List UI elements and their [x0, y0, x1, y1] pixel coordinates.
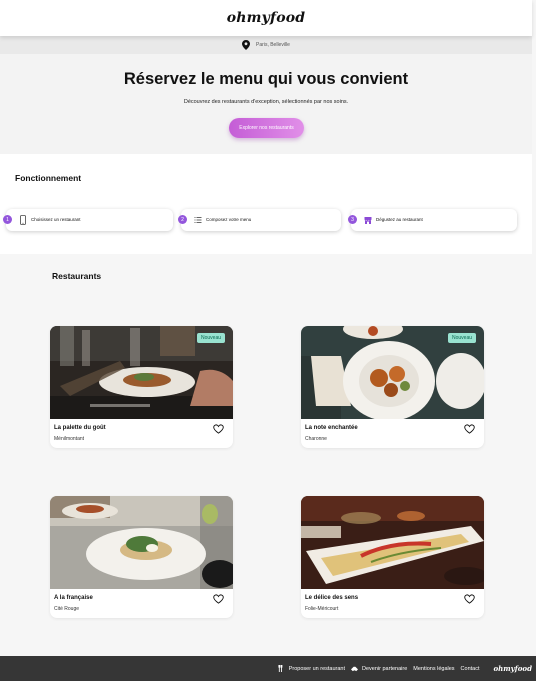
section-title: Fonctionnement [15, 173, 82, 183]
location-bar[interactable]: Paris, Belleville [0, 36, 532, 54]
hero-title: Réservez le menu qui vous convient [123, 70, 409, 88]
new-badge: Nouveau [447, 333, 476, 343]
footer-link-partner[interactable]: Devenir partenaire [351, 665, 407, 672]
footer-link-label: Proposer un restaurant [288, 665, 346, 672]
list-icon [194, 217, 202, 223]
step-number: 2 [178, 215, 187, 224]
restaurant-area: Folie-Méricourt [305, 606, 339, 612]
footer-link-label: Devenir partenaire [362, 665, 408, 672]
restaurant-card[interactable]: Nouveau La note enchantée Charonne [301, 326, 484, 448]
utensils-icon [278, 665, 283, 672]
restaurant-area: Ménilmontant [54, 436, 85, 442]
heart-icon[interactable] [464, 594, 475, 604]
explore-button[interactable]: Explorer nos restaurants [229, 118, 304, 138]
restaurants-title: Restaurants [52, 271, 102, 281]
footer-link-label: Contact [460, 665, 480, 672]
handshake-icon [351, 666, 359, 672]
step-1: 1 Choisissez un restaurant [3, 209, 173, 231]
heart-icon[interactable] [464, 424, 475, 434]
restaurant-name: A la française [54, 595, 93, 601]
step-number: 3 [348, 215, 357, 224]
restaurant-area: Cité Rouge [54, 606, 80, 612]
footer-link-label: Mentions légales [413, 665, 455, 672]
store-icon [364, 217, 372, 224]
footer-logo[interactable]: ohmyfood [494, 664, 532, 673]
footer: Proposer un restaurant Devenir partenair… [0, 656, 536, 681]
footer-link-legal[interactable]: Mentions légales [413, 666, 454, 672]
header: ohmyfood [0, 0, 532, 36]
restaurant-photo [301, 496, 484, 589]
restaurant-card[interactable]: Le délice des sens Folie-Méricourt [301, 496, 484, 618]
location-pin-icon [242, 40, 251, 50]
footer-link-contact[interactable]: Contact [461, 666, 480, 672]
heart-icon[interactable] [213, 594, 224, 604]
step-label: Dégustez au restaurant [376, 217, 423, 222]
heart-icon[interactable] [213, 424, 224, 434]
step-3: 3 Dégustez au restaurant [348, 209, 517, 231]
restaurant-name: Le délice des sens [305, 595, 359, 601]
step-2: 2 Composez votre menu [178, 209, 341, 231]
restaurant-name: La note enchantée [305, 425, 358, 431]
footer-link-propose[interactable]: Proposer un restaurant [278, 665, 345, 672]
step-number: 1 [3, 215, 12, 224]
phone-icon [20, 215, 26, 225]
restaurant-card[interactable]: A la française Cité Rouge [50, 496, 233, 618]
hero-subtitle: Découvrez des restaurants d'exception, s… [183, 99, 349, 105]
logo[interactable]: ohmyfood [227, 10, 306, 26]
new-badge: Nouveau [196, 333, 225, 343]
step-label: Composez votre menu [206, 217, 252, 222]
step-label: Choisissez un restaurant [31, 217, 81, 222]
restaurant-area: Charonne [305, 436, 327, 442]
restaurant-photo [50, 496, 233, 589]
hero: Réservez le menu qui vous convient Décou… [0, 54, 532, 154]
location-text: Paris, Belleville [256, 42, 290, 48]
restaurant-card[interactable]: Nouveau La palette du goût Ménilmontant [50, 326, 233, 448]
restaurant-name: La palette du goût [54, 425, 106, 431]
how-it-works-section: Fonctionnement 1 Choisissez un restauran… [0, 154, 532, 254]
